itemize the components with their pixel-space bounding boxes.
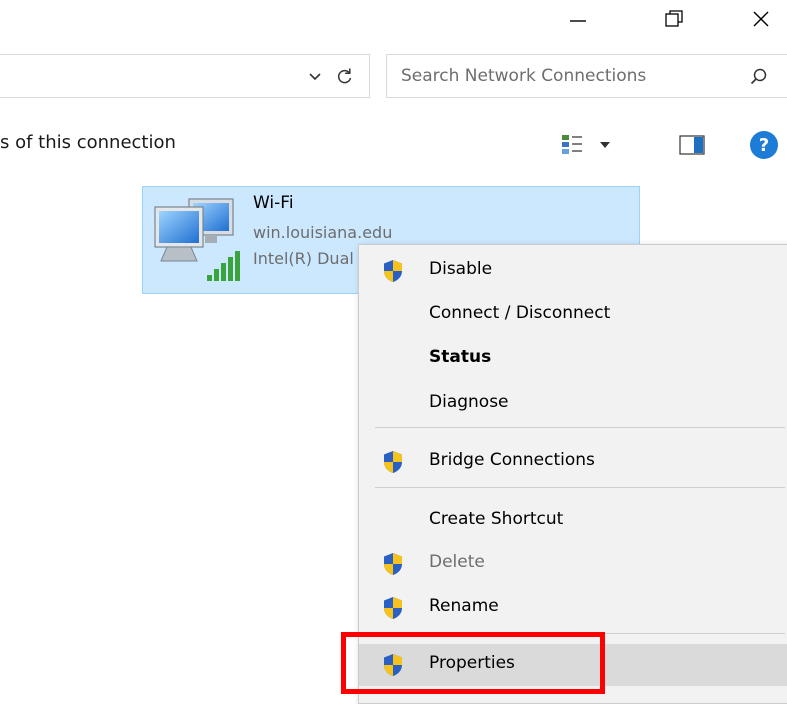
- uac-shield-icon: [384, 553, 402, 575]
- connection-name: Wi-Fi: [253, 193, 294, 213]
- preview-pane-icon: [679, 135, 705, 155]
- minimize-button[interactable]: [548, 0, 608, 38]
- uac-shield-icon: [384, 597, 402, 619]
- connection-domain: win.louisiana.edu: [253, 223, 393, 242]
- menu-item-bridge-connections[interactable]: Bridge Connections: [359, 441, 787, 483]
- refresh-button[interactable]: [330, 61, 360, 91]
- maximize-button[interactable]: [644, 0, 704, 38]
- uac-shield-icon: [384, 451, 402, 473]
- menu-item-label: Delete: [429, 552, 485, 572]
- preview-pane-button[interactable]: [676, 130, 708, 160]
- change-settings-command[interactable]: s of this connection: [0, 132, 176, 153]
- close-button[interactable]: [734, 0, 787, 38]
- menu-item-delete[interactable]: Delete: [359, 543, 787, 585]
- address-bar[interactable]: [0, 54, 370, 98]
- change-view-button[interactable]: [560, 130, 618, 160]
- search-icon: [750, 68, 767, 85]
- menu-item-label: Bridge Connections: [429, 450, 595, 470]
- menu-item-rename[interactable]: Rename: [359, 587, 787, 629]
- menu-item-status[interactable]: Status: [359, 338, 787, 380]
- menu-item-connect-disconnect[interactable]: Connect / Disconnect: [359, 294, 787, 336]
- menu-separator: [375, 487, 785, 488]
- search-box[interactable]: [386, 54, 787, 98]
- menu-item-label: Diagnose: [429, 392, 509, 412]
- menu-item-diagnose[interactable]: Diagnose: [359, 383, 787, 425]
- menu-item-disable[interactable]: Disable: [359, 250, 787, 292]
- view-dropdown-icon: [600, 142, 610, 148]
- refresh-icon: [337, 68, 352, 84]
- menu-item-create-shortcut[interactable]: Create Shortcut: [359, 500, 787, 542]
- highlight-annotation: [341, 632, 605, 694]
- menu-item-label: Create Shortcut: [429, 509, 564, 529]
- close-icon: [753, 11, 768, 27]
- restore-icon: [665, 10, 683, 27]
- view-options-icon: [562, 135, 582, 154]
- address-history-dropdown[interactable]: [300, 61, 330, 91]
- search-input[interactable]: [401, 63, 721, 89]
- command-bar: s of this connection ?: [0, 118, 787, 172]
- help-button[interactable]: ?: [750, 131, 778, 159]
- uac-shield-icon: [384, 260, 402, 282]
- chevron-down-icon: [309, 73, 321, 81]
- wifi-adapter-icon: [154, 198, 240, 281]
- menu-item-label: Disable: [429, 259, 493, 279]
- minimize-icon: [570, 20, 586, 22]
- search-button[interactable]: [747, 65, 771, 89]
- menu-item-label: Status: [429, 347, 492, 367]
- menu-separator: [375, 427, 785, 428]
- menu-item-label: Connect / Disconnect: [429, 303, 611, 323]
- menu-item-label: Rename: [429, 596, 499, 616]
